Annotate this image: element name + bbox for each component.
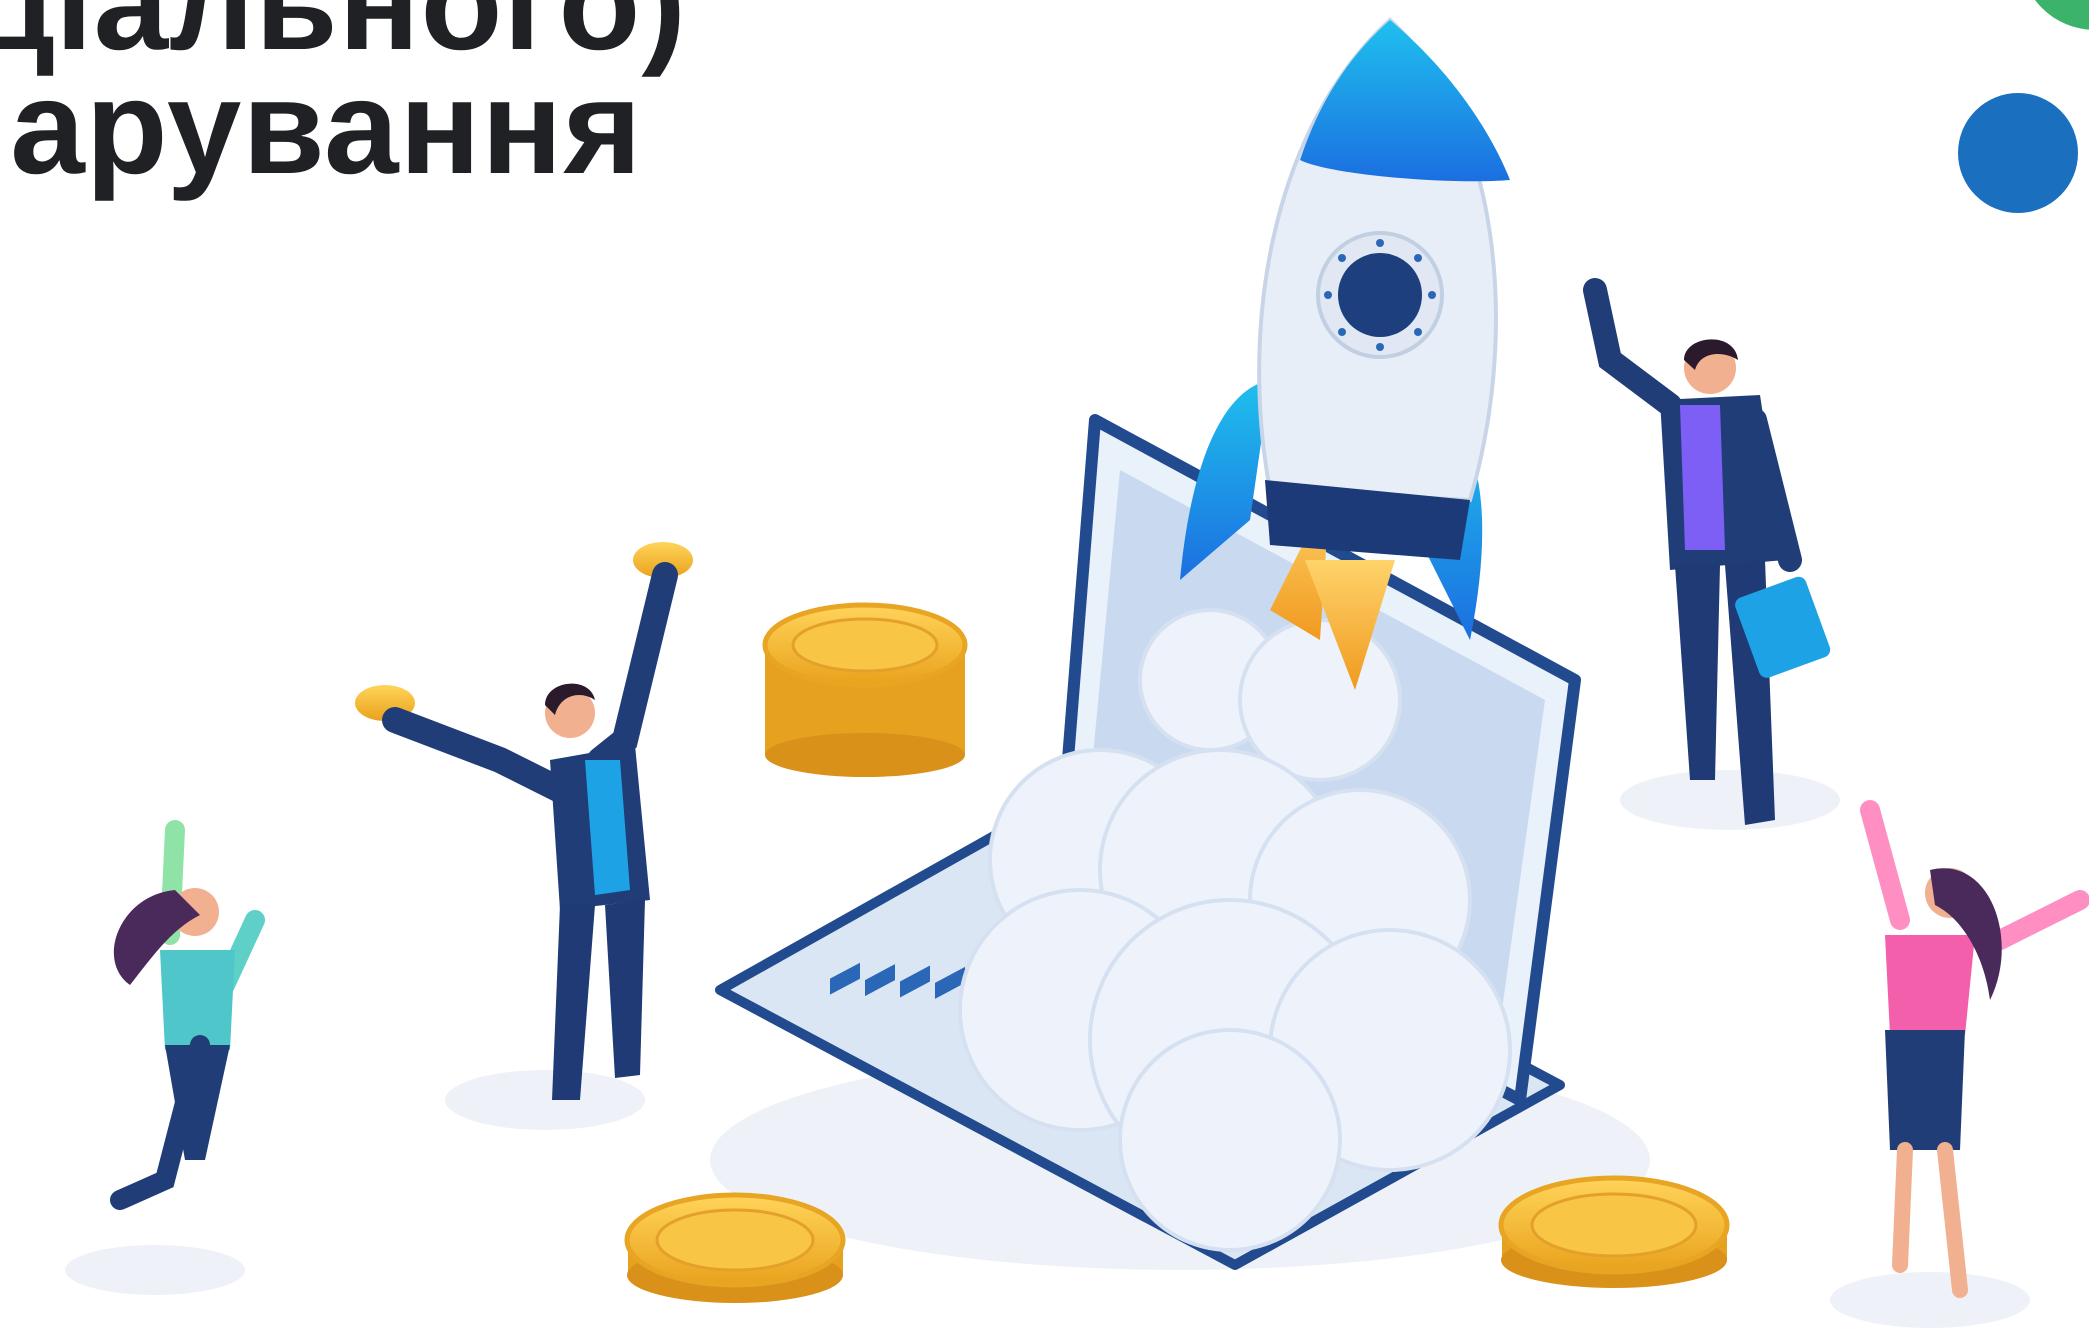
coin-stack-top: [762, 602, 968, 777]
woman-green-top: [110, 820, 265, 1210]
coin-bottom-right: [1498, 1175, 1730, 1288]
man-holding-coins: [382, 562, 678, 1100]
woman-pink-top: [1860, 800, 2089, 1298]
man-with-briefcase: [1583, 278, 1831, 825]
startup-launch-illustration: [65, 17, 2089, 1328]
coin-bottom-left: [624, 1192, 846, 1303]
